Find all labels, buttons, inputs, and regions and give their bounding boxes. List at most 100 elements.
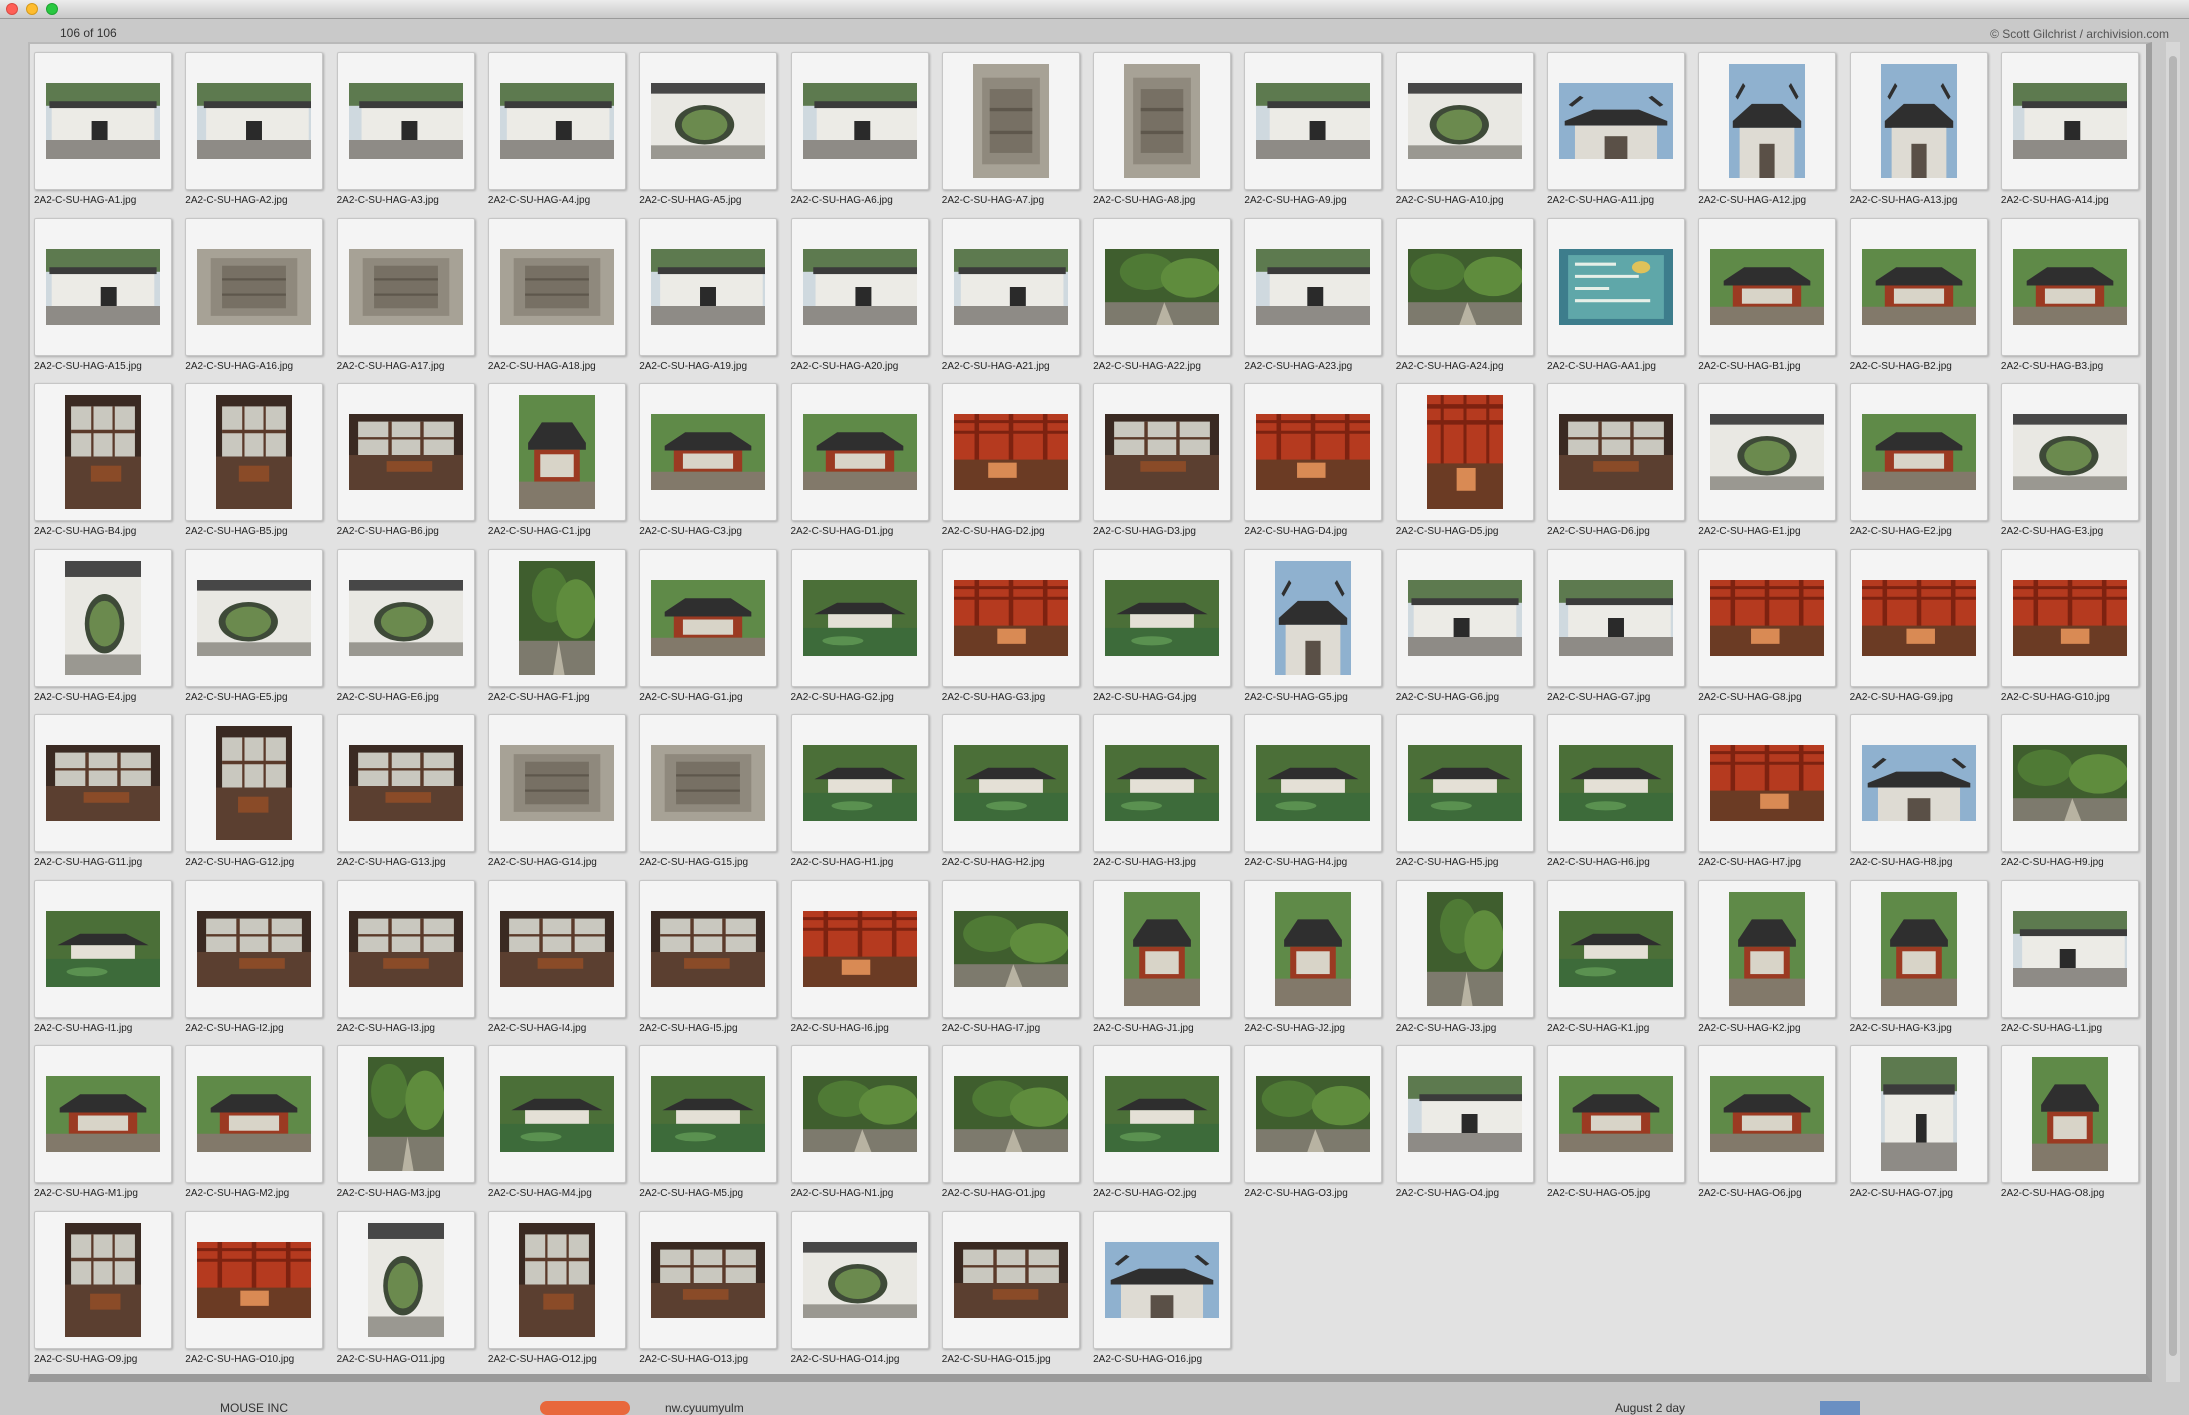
- thumbnail-slide[interactable]: [185, 217, 324, 356]
- thumbnail-slide[interactable]: [1244, 383, 1383, 521]
- thumbnail-cell[interactable]: 2A2-C-SU-HAG-O4.jpg: [1395, 1045, 1536, 1203]
- thumbnail-image[interactable]: [348, 579, 463, 656]
- thumbnail-slide[interactable]: [1244, 1045, 1383, 1183]
- thumbnail-image[interactable]: [651, 579, 766, 656]
- thumbnail-slide[interactable]: [2000, 879, 2139, 1018]
- thumbnail-slide[interactable]: [790, 548, 929, 687]
- thumbnail-cell[interactable]: 2A2-C-SU-HAG-O11.jpg: [336, 1210, 477, 1369]
- thumbnail-slide[interactable]: [1849, 714, 1988, 852]
- thumbnail-image[interactable]: [197, 83, 312, 159]
- thumbnail-image[interactable]: [1559, 745, 1673, 821]
- thumbnail-slide[interactable]: [639, 52, 778, 190]
- thumbnail-cell[interactable]: 2A2-C-SU-HAG-J2.jpg: [1244, 879, 1384, 1038]
- thumbnail-cell[interactable]: 2A2-C-SU-HAG-O10.jpg: [185, 1210, 325, 1369]
- thumbnail-cell[interactable]: 2A2-C-SU-HAG-D4.jpg: [1244, 383, 1384, 541]
- thumbnail-slide[interactable]: [941, 1045, 1080, 1183]
- thumbnail-cell[interactable]: 2A2-C-SU-HAG-O13.jpg: [639, 1210, 779, 1369]
- thumbnail-cell[interactable]: 2A2-C-SU-HAG-I3.jpg: [336, 879, 477, 1038]
- thumbnail-cell[interactable]: 2A2-C-SU-HAG-B1.jpg: [1698, 217, 1838, 376]
- thumbnail-cell[interactable]: 2A2-C-SU-HAG-O6.jpg: [1698, 1045, 1838, 1203]
- thumbnail-cell[interactable]: 2A2-C-SU-HAG-J1.jpg: [1093, 879, 1233, 1038]
- thumbnail-cell[interactable]: 2A2-C-SU-HAG-A13.jpg: [1849, 52, 1990, 210]
- thumbnail-image[interactable]: [802, 579, 917, 656]
- thumbnail-image[interactable]: [2012, 248, 2127, 325]
- thumbnail-cell[interactable]: 2A2-C-SU-HAG-I5.jpg: [639, 879, 779, 1038]
- thumbnail-image[interactable]: [1426, 395, 1503, 509]
- thumbnail-slide[interactable]: [1547, 52, 1685, 190]
- thumbnail-cell[interactable]: 2A2-C-SU-HAG-O9.jpg: [34, 1210, 174, 1369]
- thumbnail-slide[interactable]: [2000, 548, 2139, 687]
- close-window-button[interactable]: [6, 3, 18, 15]
- thumbnail-slide[interactable]: [185, 1210, 324, 1349]
- thumbnail-image[interactable]: [1710, 579, 1825, 656]
- thumbnail-image[interactable]: [1105, 414, 1220, 490]
- thumbnail-image[interactable]: [518, 560, 595, 675]
- thumbnail-cell[interactable]: 2A2-C-SU-HAG-G15.jpg: [639, 714, 779, 872]
- thumbnail-slide[interactable]: [639, 879, 778, 1018]
- thumbnail-image[interactable]: [651, 83, 766, 159]
- thumbnail-slide[interactable]: [941, 217, 1080, 356]
- thumbnail-cell[interactable]: 2A2-C-SU-HAG-B2.jpg: [1849, 217, 1990, 376]
- thumbnail-slide[interactable]: [336, 548, 475, 687]
- thumbnail-image[interactable]: [367, 1222, 444, 1337]
- thumbnail-cell[interactable]: 2A2-C-SU-HAG-H7.jpg: [1698, 714, 1838, 872]
- thumbnail-slide[interactable]: [941, 1210, 1080, 1349]
- thumbnail-image[interactable]: [1559, 579, 1673, 656]
- thumbnail-slide[interactable]: [1698, 879, 1837, 1018]
- thumbnail-image[interactable]: [197, 1241, 312, 1318]
- thumbnail-cell[interactable]: 2A2-C-SU-HAG-G2.jpg: [790, 548, 931, 707]
- thumbnail-image[interactable]: [65, 395, 141, 509]
- thumbnail-image[interactable]: [1861, 745, 1976, 821]
- thumbnail-slide[interactable]: [34, 548, 172, 687]
- thumbnail-image[interactable]: [802, 83, 917, 159]
- thumbnail-cell[interactable]: 2A2-C-SU-HAG-N1.jpg: [790, 1045, 931, 1203]
- thumbnail-slide[interactable]: [336, 1045, 475, 1183]
- thumbnail-image[interactable]: [651, 414, 766, 490]
- thumbnail-image[interactable]: [348, 248, 463, 325]
- thumbnail-image[interactable]: [1105, 248, 1220, 325]
- thumbnail-cell[interactable]: 2A2-C-SU-HAG-O5.jpg: [1547, 1045, 1687, 1203]
- thumbnail-image[interactable]: [1559, 414, 1673, 490]
- thumbnail-image[interactable]: [216, 726, 293, 840]
- thumbnail-image[interactable]: [1407, 579, 1522, 656]
- thumbnail-slide[interactable]: [639, 217, 778, 356]
- thumbnail-cell[interactable]: 2A2-C-SU-HAG-H4.jpg: [1244, 714, 1384, 872]
- thumbnail-slide[interactable]: [336, 714, 475, 852]
- thumbnail-image[interactable]: [1861, 248, 1976, 325]
- thumbnail-cell[interactable]: 2A2-C-SU-HAG-A16.jpg: [185, 217, 325, 376]
- thumbnail-slide[interactable]: [1849, 217, 1988, 356]
- thumbnail-image[interactable]: [1710, 414, 1825, 490]
- thumbnail-cell[interactable]: 2A2-C-SU-HAG-O14.jpg: [790, 1210, 931, 1369]
- thumbnail-slide[interactable]: [1698, 548, 1837, 687]
- thumbnail-cell[interactable]: 2A2-C-SU-HAG-H2.jpg: [941, 714, 1082, 872]
- thumbnail-cell[interactable]: 2A2-C-SU-HAG-G8.jpg: [1698, 548, 1838, 707]
- thumbnail-slide[interactable]: [1547, 548, 1685, 687]
- thumbnail-slide[interactable]: [2000, 383, 2139, 521]
- thumbnail-image[interactable]: [1559, 248, 1673, 325]
- thumbnail-image[interactable]: [197, 1076, 312, 1152]
- thumbnail-cell[interactable]: 2A2-C-SU-HAG-A22.jpg: [1093, 217, 1233, 376]
- thumbnail-cell[interactable]: 2A2-C-SU-HAG-O12.jpg: [487, 1210, 628, 1369]
- thumbnail-cell[interactable]: 2A2-C-SU-HAG-A11.jpg: [1547, 52, 1687, 210]
- thumbnail-slide[interactable]: [1849, 548, 1988, 687]
- thumbnail-cell[interactable]: 2A2-C-SU-HAG-A10.jpg: [1395, 52, 1536, 210]
- thumbnail-cell[interactable]: 2A2-C-SU-HAG-A17.jpg: [336, 217, 477, 376]
- minimize-window-button[interactable]: [26, 3, 38, 15]
- thumbnail-image[interactable]: [1861, 414, 1976, 490]
- thumbnail-slide[interactable]: [34, 1210, 172, 1349]
- thumbnail-image[interactable]: [2031, 1057, 2108, 1171]
- thumbnail-cell[interactable]: 2A2-C-SU-HAG-O16.jpg: [1093, 1210, 1233, 1369]
- thumbnail-cell[interactable]: 2A2-C-SU-HAG-O15.jpg: [941, 1210, 1082, 1369]
- thumbnail-image[interactable]: [1275, 891, 1352, 1006]
- thumbnail-image[interactable]: [651, 248, 766, 325]
- thumbnail-cell[interactable]: 2A2-C-SU-HAG-B6.jpg: [336, 383, 477, 541]
- thumbnail-cell[interactable]: 2A2-C-SU-HAG-O2.jpg: [1093, 1045, 1233, 1203]
- thumbnail-cell[interactable]: 2A2-C-SU-HAG-I7.jpg: [941, 879, 1082, 1038]
- thumbnail-slide[interactable]: [1395, 52, 1534, 190]
- thumbnail-cell[interactable]: 2A2-C-SU-HAG-G3.jpg: [941, 548, 1082, 707]
- thumbnail-slide[interactable]: [1698, 52, 1837, 190]
- thumbnail-image[interactable]: [1407, 745, 1522, 821]
- thumbnail-cell[interactable]: 2A2-C-SU-HAG-A9.jpg: [1244, 52, 1384, 210]
- thumbnail-slide[interactable]: [1395, 383, 1534, 521]
- thumbnail-image[interactable]: [518, 395, 595, 509]
